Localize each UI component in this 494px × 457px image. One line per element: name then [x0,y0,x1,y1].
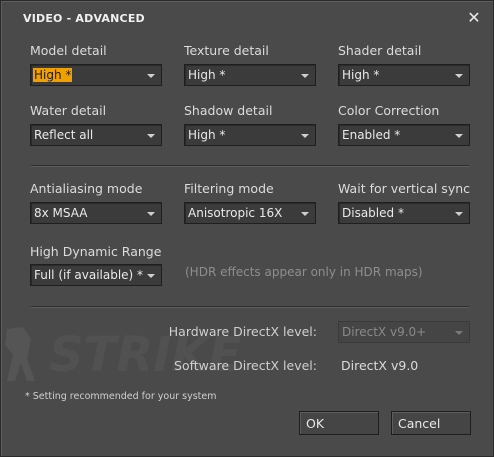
filtering-mode-value: Anisotropic 16X [188,206,283,220]
texture-detail-value: High * [188,68,226,82]
chevron-down-icon [147,74,155,78]
chevron-down-icon [455,212,463,216]
vsync-dropdown[interactable]: Disabled * [338,202,470,224]
water-detail-value: Reflect all [34,128,94,142]
filtering-mode-dropdown[interactable]: Anisotropic 16X [184,202,316,224]
hdr-note: (HDR effects appear only in HDR maps) [185,265,423,279]
hardware-directx-dropdown: DirectX v9.0+ [338,321,470,343]
chevron-down-icon [147,274,155,278]
divider [31,165,469,167]
color-correction-dropdown[interactable]: Enabled * [338,124,470,146]
vsync-label: Wait for vertical sync [338,181,471,196]
close-icon[interactable]: ✕ [466,10,482,26]
texture-detail-label: Texture detail [184,43,269,58]
antialiasing-mode-dropdown[interactable]: 8x MSAA [30,202,162,224]
shadow-detail-value: High * [188,128,226,142]
model-detail-label: Model detail [30,43,107,58]
cancel-button[interactable]: Cancel [391,411,471,435]
water-detail-label: Water detail [30,103,107,118]
cancel-button-label: Cancel [398,416,441,431]
chevron-down-icon [301,134,309,138]
hdr-value: Full (if available) * [34,268,144,282]
filtering-mode-label: Filtering mode [184,181,274,196]
video-advanced-dialog: STRIKE VIDEO - ADVANCED ✕ Model detail H… [0,0,494,457]
hdr-label: High Dynamic Range [30,244,162,259]
shader-detail-value: High * [342,68,380,82]
shader-detail-label: Shader detail [338,43,422,58]
model-detail-value: High * [33,68,73,82]
hardware-directx-label: Hardware DirectX level: [168,324,317,339]
chevron-down-icon [147,212,155,216]
divider [31,306,469,308]
hdr-dropdown[interactable]: Full (if available) * [30,264,162,286]
software-directx-label: Software DirectX level: [174,358,317,373]
vsync-value: Disabled * [342,206,404,220]
color-correction-label: Color Correction [338,103,440,118]
water-detail-dropdown[interactable]: Reflect all [30,124,162,146]
chevron-down-icon [301,212,309,216]
chevron-down-icon [455,134,463,138]
ok-button[interactable]: OK [299,411,379,435]
hardware-directx-value: DirectX v9.0+ [342,325,427,339]
model-detail-dropdown[interactable]: High * [30,64,162,86]
shader-detail-dropdown[interactable]: High * [338,64,470,86]
shadow-detail-label: Shadow detail [184,103,273,118]
chevron-down-icon [455,74,463,78]
antialiasing-mode-value: 8x MSAA [34,206,88,220]
texture-detail-dropdown[interactable]: High * [184,64,316,86]
chevron-down-icon [301,74,309,78]
software-directx-value: DirectX v9.0 [341,358,419,373]
color-correction-value: Enabled * [342,128,401,142]
chevron-down-icon [455,331,463,335]
antialiasing-mode-label: Antialiasing mode [30,181,143,196]
dialog-title: VIDEO - ADVANCED [23,12,145,25]
chevron-down-icon [147,134,155,138]
shadow-detail-dropdown[interactable]: High * [184,124,316,146]
ok-button-label: OK [306,416,325,431]
recommended-footnote: * Setting recommended for your system [25,391,217,402]
